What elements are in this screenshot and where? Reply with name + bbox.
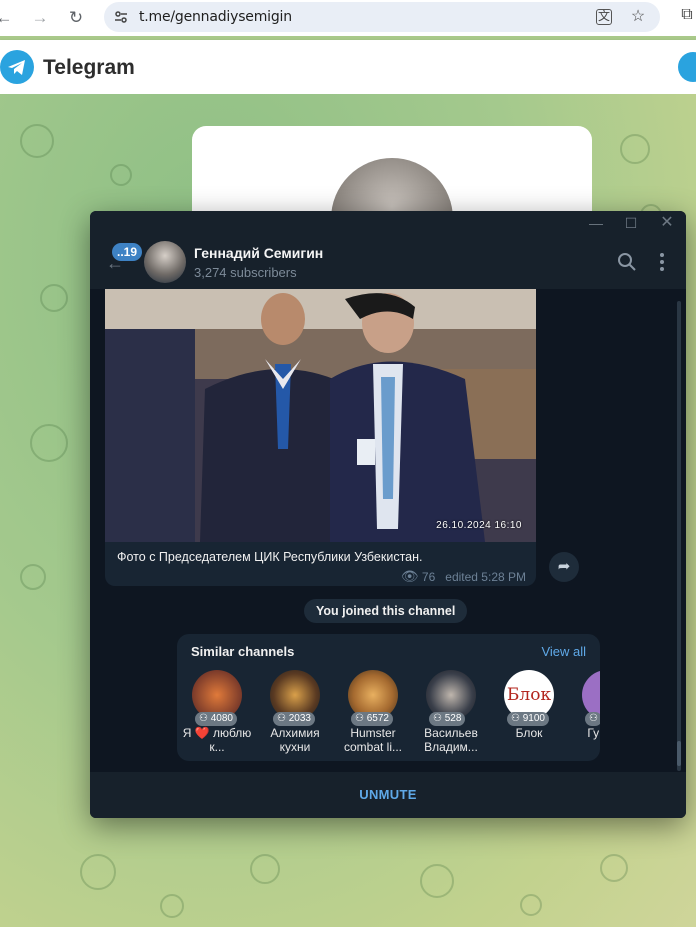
subscriber-badge: ⚇ 528: [429, 712, 466, 726]
bottom-bar: UNMUTE: [90, 772, 686, 818]
channel-name: Гу глав: [587, 726, 600, 740]
service-message: You joined this channel: [304, 599, 468, 623]
chat-area: 26.10.2024 16:10 Фото с Председателем ЦИ…: [90, 289, 686, 772]
forward-share-button[interactable]: ➦: [549, 552, 579, 582]
maximize-icon[interactable]: ☐: [617, 213, 645, 233]
channel-name: Васильев Владим...: [424, 726, 478, 754]
unread-badge: ..19: [112, 243, 143, 261]
unmute-button[interactable]: UNMUTE: [90, 787, 686, 802]
similar-channels-panel: Similar channels View all ⚇ 4080 Я ❤️ лю…: [177, 634, 600, 761]
views-eye-icon: 👁: [400, 568, 419, 584]
telegram-title: Telegram: [43, 56, 135, 79]
reload-icon[interactable]: ↻: [66, 8, 86, 28]
search-icon[interactable]: [617, 252, 637, 272]
channel-name: Я ❤️ люблю к...: [182, 726, 252, 754]
open-telegram-button[interactable]: [678, 52, 696, 82]
edited-time: edited 5:28 PM: [445, 570, 526, 584]
minimize-icon[interactable]: —: [582, 213, 610, 233]
translate-icon[interactable]: 文: [596, 9, 612, 25]
bookmark-star-icon[interactable]: ☆: [629, 8, 647, 26]
similar-channel-item[interactable]: ⚇ 4080 Я ❤️ люблю к...: [181, 670, 253, 760]
channel-name: Humster combat li...: [343, 726, 403, 754]
more-menu-icon[interactable]: [652, 252, 672, 272]
channel-name[interactable]: Геннадий Семигин: [194, 245, 323, 261]
similar-channel-item[interactable]: Блок ⚇ 9100 Блок: [493, 670, 565, 760]
photo-message[interactable]: 26.10.2024 16:10 Фото с Председателем ЦИ…: [105, 289, 536, 586]
site-info-icon[interactable]: [114, 10, 128, 24]
subscriber-count: 3,274 subscribers: [194, 265, 297, 280]
message-meta: 👁 76 edited 5:28 PM: [401, 568, 526, 585]
subscriber-badge: ⚇ 6572: [351, 712, 393, 726]
scrollbar-thumb[interactable]: [677, 741, 681, 766]
share-arrow-icon: ➦: [557, 558, 571, 575]
extensions-icon[interactable]: ⧉: [678, 6, 696, 24]
subscriber-badge: ⚇ 9100: [507, 712, 549, 726]
window-titlebar: — ☐ ✕: [90, 211, 686, 235]
close-icon[interactable]: ✕: [653, 213, 681, 233]
subscriber-badge: ⚇: [585, 712, 600, 726]
forward-icon[interactable]: →: [30, 8, 50, 28]
telegram-web-header: Telegram: [0, 40, 696, 94]
similar-channels-title: Similar channels: [191, 644, 295, 659]
message-photo[interactable]: 26.10.2024 16:10: [105, 289, 536, 542]
similar-channel-item[interactable]: ⚇ 2033 Алхимия кухни: [259, 670, 331, 760]
telegram-window: — ☐ ✕ ← ..19 Геннадий Семигин 3,274 subs…: [90, 211, 686, 818]
view-all-link[interactable]: View all: [541, 644, 586, 659]
photo-illustration: [105, 289, 536, 542]
browser-toolbar: ← → ↻ t.me/gennadiysemigin 文 ☆ ⧉: [0, 0, 696, 36]
url-text[interactable]: t.me/gennadiysemigin: [139, 9, 292, 25]
similar-channel-item[interactable]: ⚇ 528 Васильев Владим...: [415, 670, 487, 760]
channel-avatar[interactable]: [144, 241, 186, 283]
scrollbar-track[interactable]: [677, 301, 681, 771]
similar-channel-item[interactable]: ⚇ 6572 Humster combat li...: [337, 670, 409, 760]
chat-header: ← ..19 Геннадий Семигин 3,274 subscriber…: [90, 235, 686, 289]
similar-channel-item[interactable]: ⚇ Гу глав: [571, 670, 600, 760]
channel-name: Блок: [515, 726, 543, 740]
channel-name: Алхимия кухни: [270, 726, 320, 754]
subscriber-badge: ⚇ 4080: [195, 712, 237, 726]
address-bar[interactable]: t.me/gennadiysemigin 文 ☆: [104, 2, 660, 32]
message-caption: Фото с Председателем ЦИК Республики Узбе…: [117, 550, 423, 564]
photo-date: 26.10.2024 16:10: [436, 520, 522, 531]
views-count: 76: [421, 570, 436, 584]
telegram-logo-icon: [0, 50, 34, 84]
back-icon[interactable]: ←: [0, 8, 14, 28]
subscriber-badge: ⚇ 2033: [273, 712, 315, 726]
